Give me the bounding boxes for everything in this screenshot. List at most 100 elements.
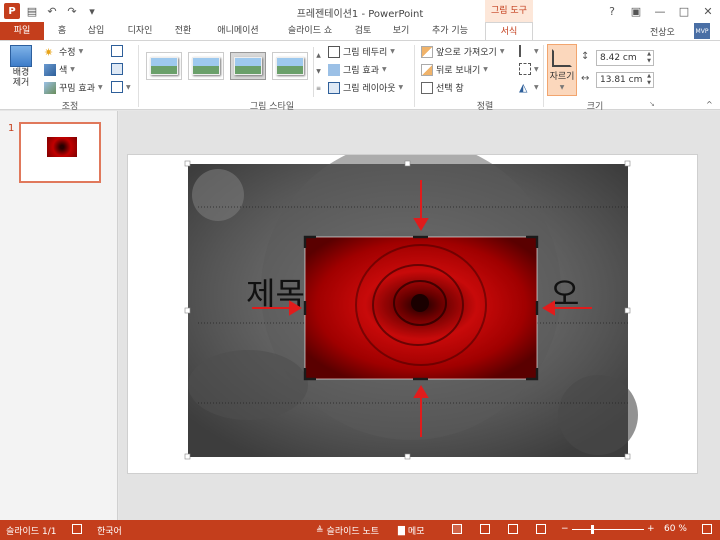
notes-button[interactable]: ≜ 슬라이드 노트	[316, 524, 379, 538]
slide-editing-area: 제목 오	[119, 111, 720, 520]
height-field[interactable]: 8.42 cm ▲ ▼	[596, 50, 654, 66]
minimize-icon[interactable]: —	[648, 0, 672, 22]
color-icon	[44, 63, 56, 76]
tab-view[interactable]: 보기	[386, 22, 416, 40]
comments-button[interactable]: ▇ 메모	[398, 524, 424, 538]
align-button[interactable]: ▼	[519, 45, 539, 57]
tab-slideshow[interactable]: 슬라이드 쇼	[278, 22, 342, 40]
ribbon-display-icon[interactable]: ▣	[624, 0, 648, 22]
bring-forward-button[interactable]: 앞으로 가져오기 ▼	[421, 45, 504, 58]
user-avatar[interactable]: MVP	[694, 23, 710, 39]
picture-layout-button[interactable]: 그림 레이아웃 ▼	[328, 81, 403, 94]
tab-format[interactable]: 서식	[485, 22, 533, 40]
ribbon: 배경 제거 ✷ 수정 ▼ 색 ▼ 꾸밈 효과 ▼ ▼ 조정 ▲ ▼ ≡ 그림 테두리 ▼…	[0, 40, 720, 112]
artistic-effects-button[interactable]: 꾸밈 효과 ▼	[44, 81, 103, 94]
normal-view-icon[interactable]	[452, 524, 462, 534]
color-button[interactable]: 색 ▼	[44, 63, 75, 76]
tab-design[interactable]: 디자인	[120, 22, 160, 40]
compress-pictures-button[interactable]	[111, 45, 123, 57]
group-divider	[414, 45, 415, 107]
scroll-down-icon[interactable]: ▼	[316, 68, 321, 75]
selection-pane-icon	[421, 81, 433, 94]
tab-file[interactable]: 파일	[0, 22, 44, 40]
collapse-ribbon-icon[interactable]: ^	[706, 100, 713, 109]
crop-button[interactable]: 자르기 ▼	[547, 44, 577, 96]
width-spinner-icon[interactable]: ▲ ▼	[647, 73, 651, 87]
change-picture-icon	[111, 63, 123, 75]
maximize-icon[interactable]: □	[672, 0, 696, 22]
zoom-in-icon[interactable]: +	[647, 524, 655, 534]
close-icon[interactable]: ✕	[696, 0, 720, 22]
zoom-slider[interactable]	[572, 529, 644, 530]
width-icon: ↔	[581, 73, 590, 84]
slide-thumbnail[interactable]	[19, 122, 101, 183]
send-backward-button[interactable]: 뒤로 보내기 ▼	[421, 63, 488, 76]
comments-icon: ▇	[398, 525, 405, 536]
rotate-button[interactable]: ◭ ▼	[519, 81, 539, 94]
group-divider	[543, 45, 544, 107]
zoom-slider-thumb[interactable]	[591, 525, 594, 534]
slide-sorter-icon[interactable]	[480, 524, 490, 534]
send-backward-icon	[421, 63, 433, 76]
corrections-button[interactable]: ✷ 수정 ▼	[44, 45, 83, 59]
tab-home[interactable]: 홈	[48, 22, 76, 40]
group-icon	[519, 63, 531, 75]
style-preview-icon	[150, 57, 178, 75]
picture-layout-icon	[328, 81, 340, 94]
style-preview-icon	[234, 57, 262, 75]
compress-icon	[111, 45, 123, 57]
slideshow-view-icon[interactable]	[536, 524, 546, 534]
slide-number: 1	[8, 123, 15, 134]
thumbnail-rose-image	[47, 137, 77, 157]
sun-icon: ✷	[44, 45, 54, 59]
help-icon[interactable]: ?	[600, 0, 624, 22]
tab-review[interactable]: 검토	[348, 22, 378, 40]
language-indicator[interactable]: 한국어	[97, 524, 122, 537]
zoom-level[interactable]: 60 %	[664, 524, 687, 534]
picture-style-1[interactable]	[146, 52, 182, 80]
change-picture-button[interactable]	[111, 63, 123, 75]
group-button[interactable]: ▼	[519, 63, 539, 75]
zoom-out-icon[interactable]: −	[561, 524, 569, 534]
height-spinner-icon[interactable]: ▲ ▼	[647, 51, 651, 65]
spell-check-icon[interactable]	[72, 524, 82, 534]
selection-pane-button[interactable]: 선택 창	[421, 81, 464, 94]
notes-icon: ≜	[316, 525, 324, 536]
picture-border-button[interactable]: 그림 테두리 ▼	[328, 45, 395, 58]
title-bar: P ▤ ↶ ↷ ▾ 프레젠테이션1 - PowerPoint 그림 도구 ? ▣…	[0, 0, 720, 22]
tab-animations[interactable]: 애니메이션	[208, 22, 268, 40]
artistic-effects-icon	[44, 81, 56, 94]
remove-background-button[interactable]: 배경 제거	[6, 45, 36, 88]
slide-graphics: 제목 오	[184, 140, 638, 460]
picture-style-3[interactable]	[230, 52, 266, 80]
reset-picture-icon	[111, 81, 123, 93]
slide-position[interactable]: 슬라이드 1/1	[6, 524, 56, 537]
bring-forward-icon	[421, 45, 433, 58]
gallery-more-icon[interactable]: ≡	[316, 85, 321, 92]
remove-background-icon	[10, 45, 32, 67]
align-icon	[519, 45, 531, 57]
picture-effects-button[interactable]: 그림 효과 ▼	[328, 63, 387, 76]
size-dialog-launcher-icon[interactable]: ↘	[649, 100, 655, 108]
scroll-up-icon[interactable]: ▲	[316, 52, 321, 59]
width-field[interactable]: 13.81 cm ▲ ▼	[596, 72, 654, 88]
style-preview-icon	[276, 57, 304, 75]
slide[interactable]: 제목 오	[127, 140, 698, 474]
tab-insert[interactable]: 삽입	[80, 22, 112, 40]
picture-style-4[interactable]	[272, 52, 308, 80]
tab-transitions[interactable]: 전환	[166, 22, 200, 40]
style-gallery-scroll[interactable]: ▲ ▼ ≡	[313, 47, 323, 97]
tab-addins[interactable]: 추가 기능	[424, 22, 476, 40]
rotate-icon: ◭	[519, 81, 528, 94]
picture-tools-context: 그림 도구	[485, 0, 533, 22]
style-preview-icon	[192, 57, 220, 75]
group-divider	[138, 45, 139, 107]
reading-view-icon[interactable]	[508, 524, 518, 534]
reset-picture-button[interactable]: ▼	[111, 81, 131, 93]
status-bar: 슬라이드 1/1 한국어 ≜ 슬라이드 노트 ▇ 메모 − + 60 %	[0, 520, 720, 540]
fit-to-window-icon[interactable]	[702, 524, 712, 534]
user-name[interactable]: 전상오	[650, 25, 675, 38]
crop-region[interactable]	[304, 236, 538, 380]
picture-style-2[interactable]	[188, 52, 224, 80]
picture-effects-icon	[328, 63, 340, 76]
